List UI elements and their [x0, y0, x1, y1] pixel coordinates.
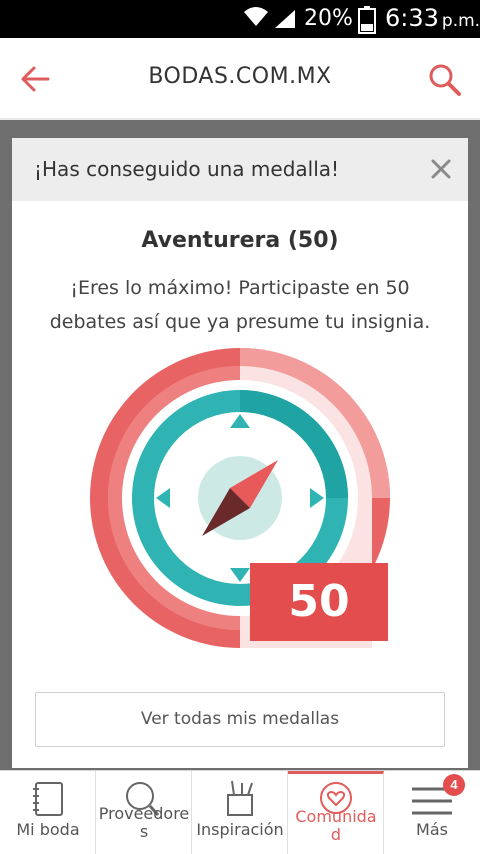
wifi-icon	[244, 7, 268, 26]
app-header: BODAS.COM.MX	[0, 38, 480, 120]
nav-label: Proveedore s	[96, 805, 192, 841]
nav-item-comunidad[interactable]: Comunida d	[288, 771, 384, 854]
clock-time: 6:33	[385, 4, 439, 32]
nav-label-line1: Proveedore	[98, 804, 190, 823]
signal-icon	[275, 10, 295, 28]
nav-item-proveedores[interactable]: Proveedore s	[96, 771, 192, 854]
nav-item-inspiracion[interactable]: Inspiración	[192, 771, 288, 854]
view-all-medals-button[interactable]: Ver todas mis medallas	[35, 692, 445, 747]
medal-description: ¡Eres lo máximo! Participaste en 50 deba…	[49, 277, 431, 333]
nav-label: Comunida d	[288, 808, 384, 844]
menu-icon	[412, 787, 452, 815]
nav-label-line2: s	[139, 822, 149, 841]
nav-label: Mi boda	[16, 820, 80, 839]
medal-title: Aventurera (50)	[141, 228, 339, 253]
pencil-cup-icon	[227, 780, 253, 816]
clock: 6:33 p.m.	[385, 4, 480, 32]
notification-badge: 4	[443, 774, 465, 796]
dialog-heading: ¡Has conseguido una medalla!	[34, 157, 340, 181]
notebook-icon	[33, 782, 63, 816]
nav-label: Más	[416, 820, 448, 839]
bottom-nav: Mi boda Proveedore s Inspiración Comunid…	[0, 770, 480, 854]
dialog-header: ¡Has conseguido una medalla!	[12, 138, 468, 201]
search-icon[interactable]	[428, 63, 462, 97]
clock-ampm: p.m.	[441, 11, 480, 31]
nav-label-line1: Comunida	[295, 807, 377, 826]
close-icon[interactable]	[430, 158, 452, 180]
battery-percent: 20%	[304, 6, 353, 31]
medal-count-badge: 50	[250, 563, 388, 641]
battery-icon	[358, 6, 376, 34]
nav-item-mi-boda[interactable]: Mi boda	[0, 771, 96, 854]
nav-label-line2: d	[330, 825, 342, 844]
page-title: BODAS.COM.MX	[148, 64, 332, 89]
status-bar: 20% 6:33 p.m.	[0, 0, 480, 38]
medal-dialog: ¡Has conseguido una medalla! Aventurera …	[12, 138, 468, 768]
nav-label: Inspiración	[196, 820, 284, 839]
nav-item-mas[interactable]: Más	[384, 771, 480, 854]
